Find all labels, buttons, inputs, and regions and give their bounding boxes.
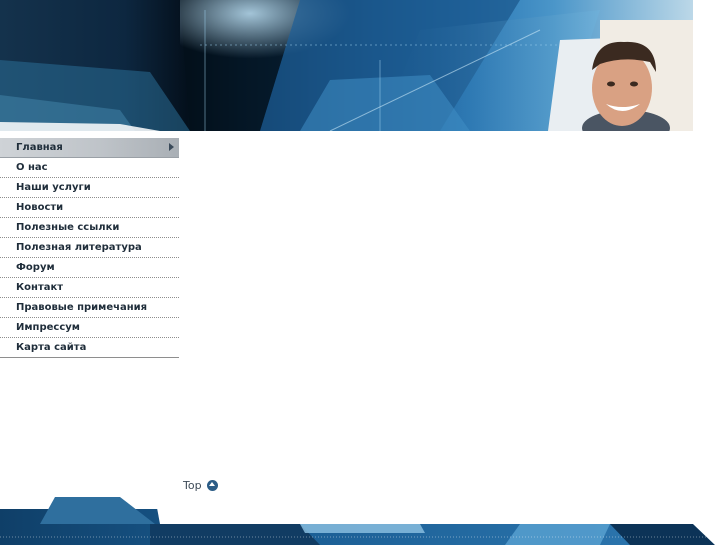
nav-item-sitemap[interactable]: Карта сайта xyxy=(0,338,179,358)
nav-item-imprint[interactable]: Импрессум xyxy=(0,318,179,338)
footer-decoration xyxy=(0,497,727,545)
nav-item-news[interactable]: Новости xyxy=(0,198,179,218)
nav-item-label: Главная xyxy=(16,142,63,153)
nav-item-label: Карта сайта xyxy=(16,342,87,353)
triangle-right-icon xyxy=(169,143,174,151)
nav-item-links[interactable]: Полезные ссылки xyxy=(0,218,179,238)
nav-item-services[interactable]: Наши услуги xyxy=(0,178,179,198)
arrow-up-circle-icon xyxy=(206,479,218,491)
nav-item-contact[interactable]: Контакт xyxy=(0,278,179,298)
nav-item-label: Контакт xyxy=(16,282,64,293)
nav-item-home[interactable]: Главная xyxy=(0,138,179,158)
nav-item-label: Наши услуги xyxy=(16,182,91,193)
nav-item-label: Полезная литература xyxy=(16,242,142,253)
nav-item-label: Полезные ссылки xyxy=(16,222,120,233)
nav-item-label: Правовые примечания xyxy=(16,302,148,313)
nav-item-label: О нас xyxy=(16,162,48,173)
back-to-top-label: Top xyxy=(183,478,202,492)
nav-item-legal[interactable]: Правовые примечания xyxy=(0,298,179,318)
nav-item-label: Новости xyxy=(16,202,64,213)
nav-item-label: Форум xyxy=(16,262,55,273)
header-banner xyxy=(0,0,693,131)
nav-item-label: Импрессум xyxy=(16,322,80,333)
nav-item-about[interactable]: О нас xyxy=(0,158,179,178)
nav-item-forum[interactable]: Форум xyxy=(0,258,179,278)
nav-item-literature[interactable]: Полезная литература xyxy=(0,238,179,258)
header-artwork xyxy=(0,0,693,131)
sidebar-nav: Главная О нас Наши услуги Новости Полезн… xyxy=(0,138,179,358)
back-to-top-link[interactable]: Top xyxy=(183,478,218,492)
